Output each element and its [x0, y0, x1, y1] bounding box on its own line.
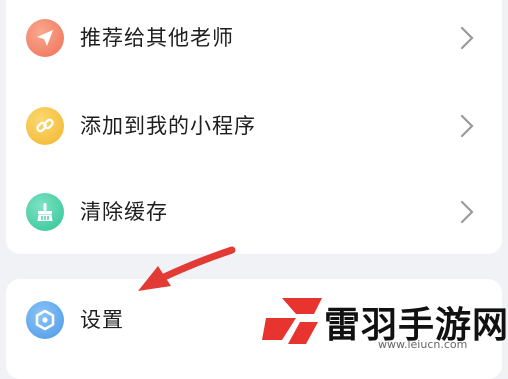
menu-item-clear-cache[interactable]: 清除缓存 [6, 182, 502, 242]
settings-label: 设置 [80, 308, 124, 332]
chevron-right-icon [460, 26, 474, 50]
menu-item-label: 添加到我的小程序 [80, 114, 256, 138]
menu-item-recommend[interactable]: 推荐给其他老师 [6, 8, 502, 68]
chevron-right-icon [460, 200, 474, 224]
watermark-url: www.leiucn.com [378, 338, 468, 351]
menu-item-add-miniprogram[interactable]: 添加到我的小程序 [6, 96, 502, 156]
menu-item-label: 清除缓存 [80, 200, 168, 224]
menu-card: 推荐给其他老师 添加到我的小程序 清除缓存 [6, 0, 502, 254]
hexagon-gear-icon [26, 301, 64, 339]
paper-plane-icon [26, 19, 64, 57]
chevron-right-icon [460, 114, 474, 138]
link-icon [26, 107, 64, 145]
broom-icon [26, 193, 64, 231]
menu-item-label: 推荐给其他老师 [80, 26, 234, 50]
